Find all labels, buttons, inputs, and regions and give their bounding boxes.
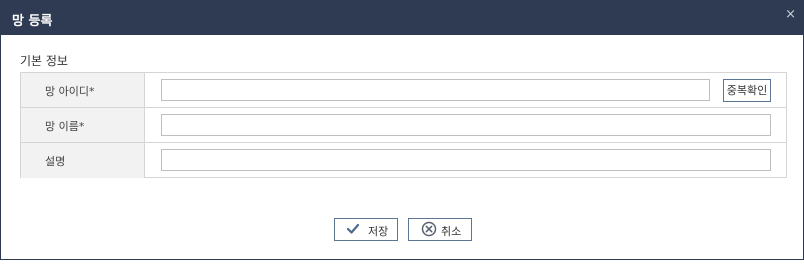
network-id-label: 망 아이디* xyxy=(45,85,95,98)
form-row-network-id: 망 아이디* 중복확인 xyxy=(21,73,786,108)
description-label: 설명 xyxy=(45,155,66,168)
check-icon xyxy=(346,222,360,239)
network-name-input[interactable] xyxy=(161,114,771,136)
duplicate-check-button[interactable]: 중복확인 xyxy=(723,79,771,102)
label-cell: 망 이름* xyxy=(21,108,145,142)
basic-info-form: 망 아이디* 중복확인 망 이름* 설명 xyxy=(20,72,787,178)
save-label: 저장 xyxy=(368,225,389,238)
dialog-title: 망 등록 xyxy=(12,14,53,29)
form-row-network-name: 망 이름* xyxy=(21,108,786,143)
save-button[interactable]: 저장 xyxy=(334,218,398,241)
label-cell: 설명 xyxy=(21,143,145,178)
description-input[interactable] xyxy=(161,149,771,171)
dialog-titlebar: 망 등록 × xyxy=(1,1,803,35)
network-id-input[interactable] xyxy=(161,79,710,101)
label-cell: 망 아이디* xyxy=(21,73,145,107)
x-circle-icon xyxy=(421,221,437,240)
register-network-dialog: 망 등록 × 기본 정보 망 아이디* 중복확인 망 이름* 설명 저장 취소 xyxy=(0,0,804,260)
form-row-description: 설명 xyxy=(21,143,786,178)
cancel-button[interactable]: 취소 xyxy=(408,218,472,241)
cancel-label: 취소 xyxy=(441,225,462,238)
section-title: 기본 정보 xyxy=(20,54,68,68)
network-name-label: 망 이름* xyxy=(45,120,85,133)
close-icon[interactable]: × xyxy=(785,7,796,23)
